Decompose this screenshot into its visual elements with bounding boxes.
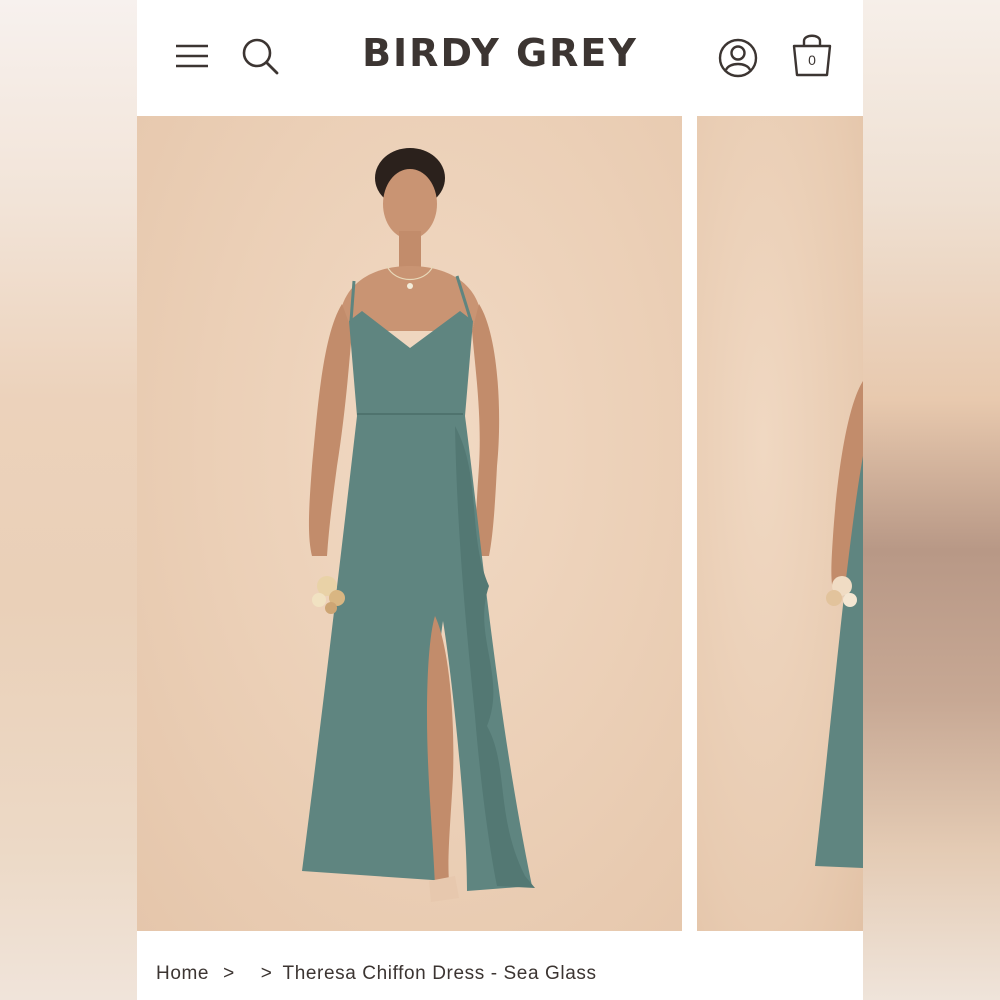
mobile-screen: BIRDY GREY 0 Home > > Theresa Chiffon Dr… <box>137 0 863 1000</box>
blurred-background-left <box>0 0 137 1000</box>
breadcrumb-home-link[interactable]: Home <box>156 963 209 985</box>
cart-count-badge: 0 <box>808 52 816 68</box>
blurred-background-right <box>863 0 1000 1000</box>
breadcrumb-current-page: Theresa Chiffon Dress - Sea Glass <box>282 963 597 984</box>
site-header: BIRDY GREY 0 <box>137 0 863 116</box>
breadcrumb-separator: > <box>260 963 273 984</box>
model-in-dress-illustration <box>302 148 535 902</box>
product-image-gallery[interactable] <box>137 116 863 931</box>
product-photo-main[interactable] <box>137 116 682 931</box>
breadcrumb-separator: > <box>223 963 235 984</box>
product-photo-next-peek[interactable] <box>697 116 863 931</box>
account-icon[interactable] <box>717 37 759 79</box>
breadcrumb: Home > > Theresa Chiffon Dress - Sea Glass <box>156 963 597 985</box>
model-arm-illustration <box>815 381 863 868</box>
